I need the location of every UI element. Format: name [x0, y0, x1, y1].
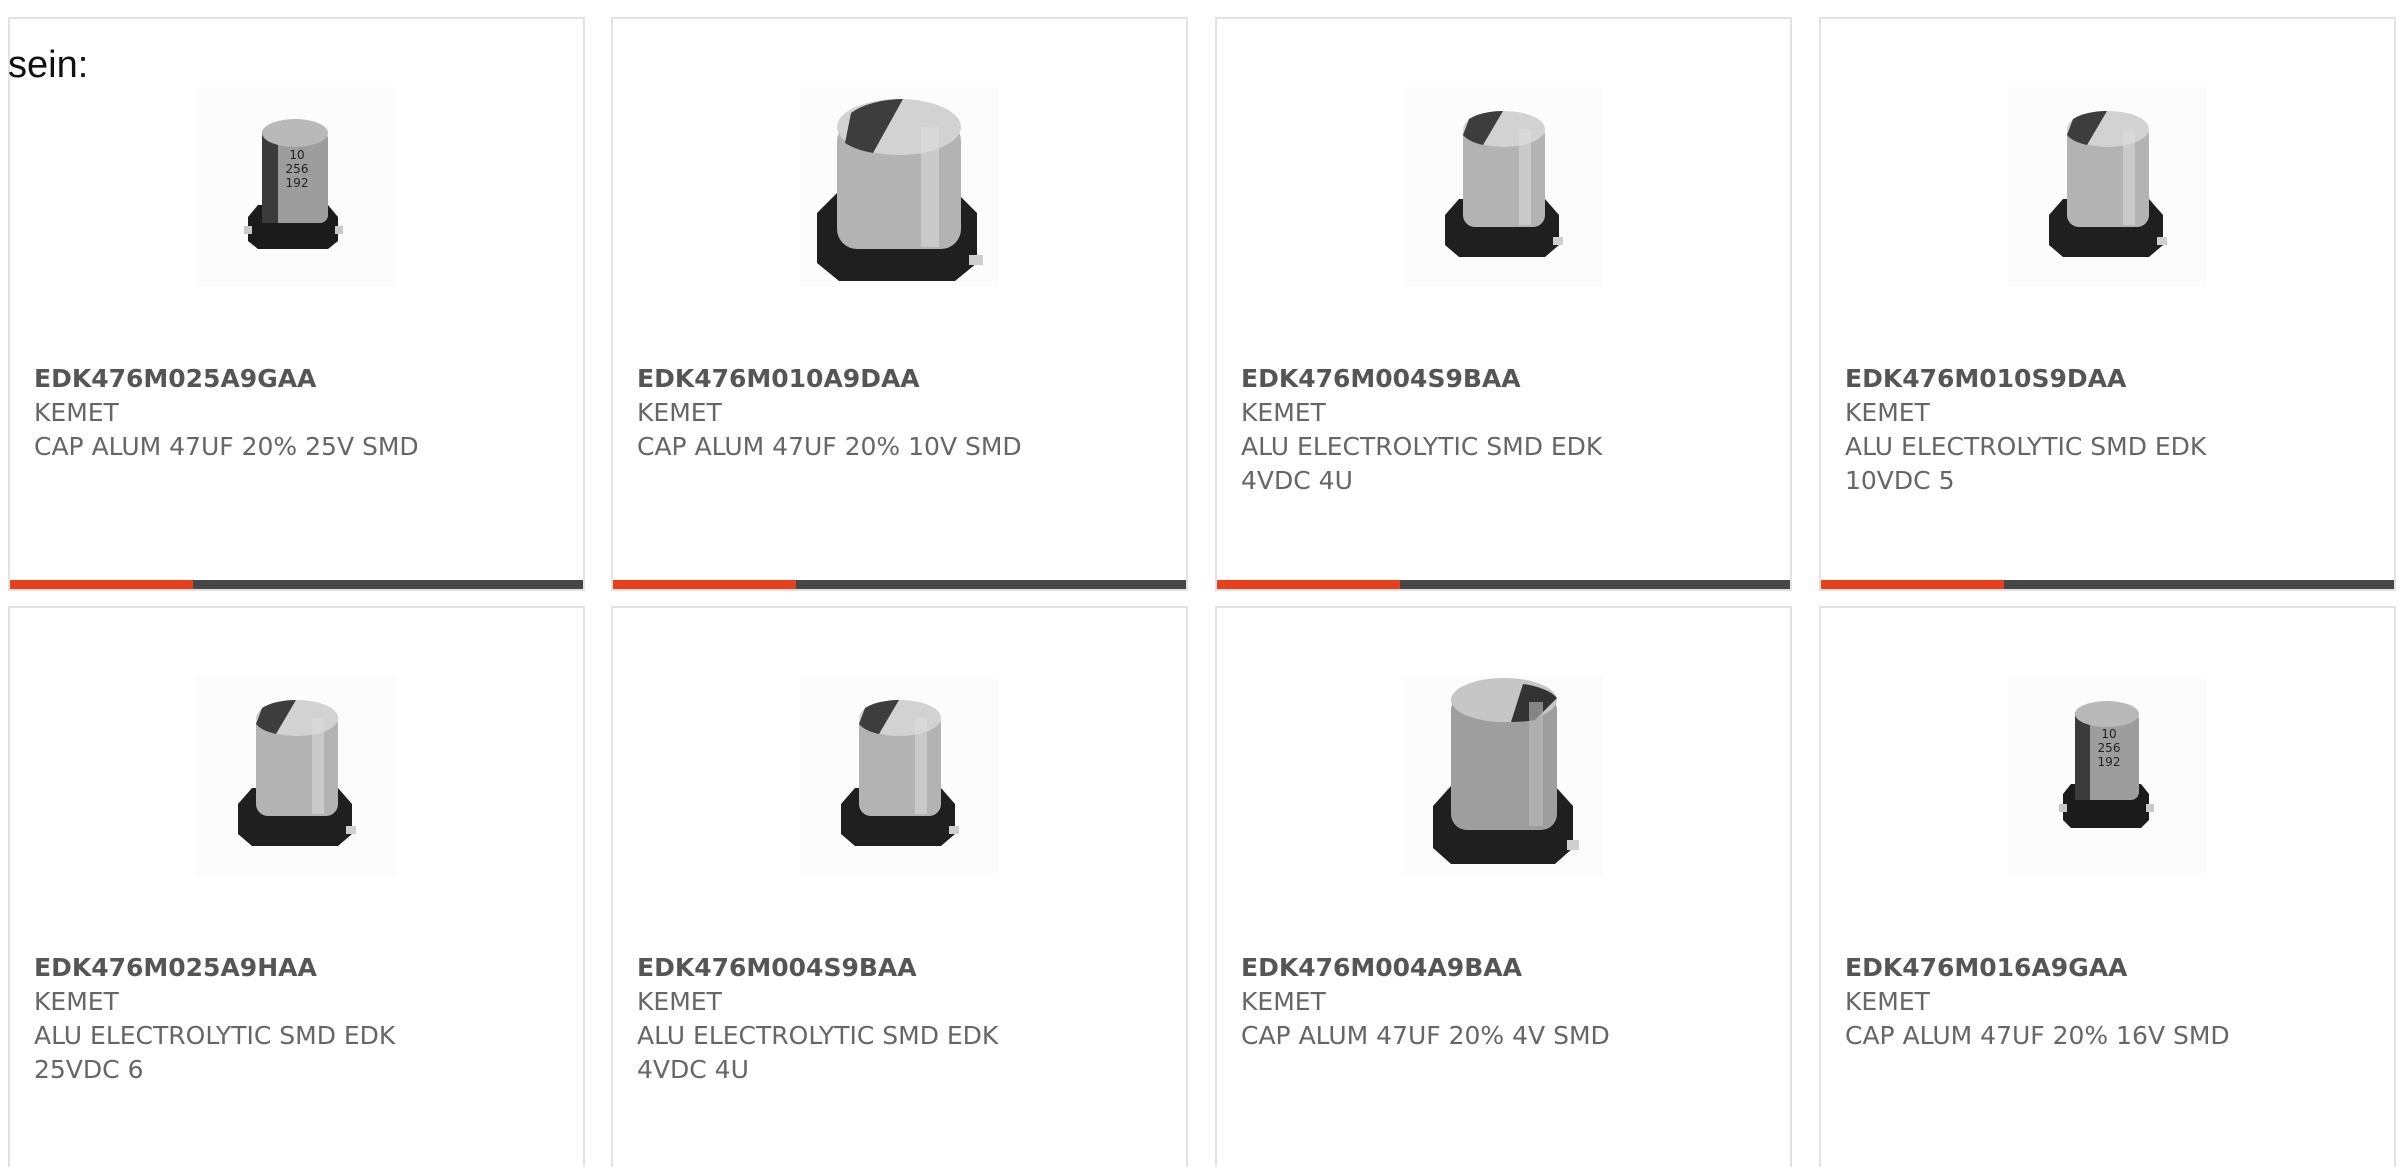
product-info: EDK476M004A9BAA KEMET CAP ALUM 47UF 20% …	[1241, 951, 1761, 1053]
manufacturer-name: KEMET	[1845, 398, 1930, 427]
product-description: CAP ALUM 47UF 20% 10V SMD	[637, 432, 1022, 461]
smd-electrolytic-capacitor-icon	[2049, 111, 2167, 257]
product-card[interactable]: EDK476M004A9BAA KEMET CAP ALUM 47UF 20% …	[1215, 606, 1792, 1167]
product-image[interactable]	[1403, 676, 1603, 876]
product-description: CAP ALUM 47UF 20% 25V SMD	[34, 432, 419, 461]
card-accent-bar	[10, 580, 193, 589]
part-number-link[interactable]: EDK476M016A9GAA	[1845, 951, 2365, 985]
product-image[interactable]	[2007, 87, 2207, 287]
product-description: CAP ALUM 47UF 20% 4V SMD	[1241, 1021, 1610, 1050]
part-number-link[interactable]: EDK476M004S9BAA	[637, 951, 1157, 985]
product-description: ALU ELECTROLYTIC SMD EDK 4VDC 4U	[637, 1021, 999, 1084]
card-bottom-bar	[1217, 580, 1790, 589]
product-card[interactable]: EDK476M025A9HAA KEMET ALU ELECTROLYTIC S…	[8, 606, 585, 1167]
product-card[interactable]: EDK476M004S9BAA KEMET ALU ELECTROLYTIC S…	[1215, 17, 1792, 591]
product-grid-page: sein: 10 256 192 EDK476M025A9GAA KEMET C…	[0, 0, 2400, 1167]
card-accent-bar	[1217, 580, 1400, 589]
capacitor-marking-line3: 192	[286, 176, 309, 190]
product-description: ALU ELECTROLYTIC SMD EDK 4VDC 4U	[1241, 432, 1603, 495]
smd-electrolytic-capacitor-marked-icon: 10 256 192	[2059, 701, 2154, 828]
capacitor-marking-line2: 256	[286, 162, 309, 176]
smd-electrolytic-capacitor-icon	[238, 700, 356, 846]
product-image[interactable]	[196, 676, 396, 876]
capacitor-marking-line1: 10	[2101, 727, 2116, 741]
product-image[interactable]	[799, 676, 999, 876]
capacitor-marking-line1: 10	[289, 148, 304, 162]
manufacturer-name: KEMET	[34, 398, 119, 427]
smd-electrolytic-capacitor-marked-icon: 10 256 192	[244, 119, 343, 249]
product-info: EDK476M004S9BAA KEMET ALU ELECTROLYTIC S…	[637, 951, 1157, 1087]
product-image[interactable]	[1403, 87, 1603, 287]
card-accent-bar	[613, 580, 796, 589]
capacitor-marking-line2: 256	[2098, 741, 2121, 755]
product-info: EDK476M025A9HAA KEMET ALU ELECTROLYTIC S…	[34, 951, 554, 1087]
part-number-link[interactable]: EDK476M010A9DAA	[637, 362, 1157, 396]
manufacturer-name: KEMET	[1845, 987, 1930, 1016]
capacitor-marking-line3: 192	[2098, 755, 2121, 769]
product-description: ALU ELECTROLYTIC SMD EDK 10VDC 5	[1845, 432, 2207, 495]
part-number-link[interactable]: EDK476M004A9BAA	[1241, 951, 1761, 985]
product-info: EDK476M016A9GAA KEMET CAP ALUM 47UF 20% …	[1845, 951, 2365, 1053]
part-number-link[interactable]: EDK476M025A9HAA	[34, 951, 554, 985]
manufacturer-name: KEMET	[1241, 987, 1326, 1016]
product-card[interactable]: 10 256 192 EDK476M016A9GAA KEMET CAP ALU…	[1819, 606, 2396, 1167]
product-description: CAP ALUM 47UF 20% 16V SMD	[1845, 1021, 2230, 1050]
manufacturer-name: KEMET	[1241, 398, 1326, 427]
card-bottom-bar	[10, 580, 583, 589]
product-card[interactable]: EDK476M010A9DAA KEMET CAP ALUM 47UF 20% …	[611, 17, 1188, 591]
product-image[interactable]: 10 256 192	[196, 87, 396, 287]
product-description: ALU ELECTROLYTIC SMD EDK 25VDC 6	[34, 1021, 396, 1084]
manufacturer-name: KEMET	[637, 398, 722, 427]
smd-electrolytic-capacitor-icon	[1433, 678, 1579, 864]
product-image[interactable]: 10 256 192	[2007, 676, 2207, 876]
part-number-link[interactable]: EDK476M010S9DAA	[1845, 362, 2365, 396]
part-number-link[interactable]: EDK476M004S9BAA	[1241, 362, 1761, 396]
card-bottom-bar	[613, 580, 1186, 589]
smd-electrolytic-capacitor-icon	[817, 99, 983, 281]
manufacturer-name: KEMET	[34, 987, 119, 1016]
intro-text: sein:	[8, 44, 89, 86]
card-accent-bar	[1821, 580, 2004, 589]
product-info: EDK476M004S9BAA KEMET ALU ELECTROLYTIC S…	[1241, 362, 1761, 498]
product-card[interactable]: EDK476M004S9BAA KEMET ALU ELECTROLYTIC S…	[611, 606, 1188, 1167]
product-info: EDK476M010S9DAA KEMET ALU ELECTROLYTIC S…	[1845, 362, 2365, 498]
product-info: EDK476M025A9GAA KEMET CAP ALUM 47UF 20% …	[34, 362, 554, 464]
card-bottom-bar	[1821, 580, 2394, 589]
product-card[interactable]: 10 256 192 EDK476M025A9GAA KEMET CAP ALU…	[8, 17, 585, 591]
smd-electrolytic-capacitor-icon	[1445, 111, 1563, 257]
product-info: EDK476M010A9DAA KEMET CAP ALUM 47UF 20% …	[637, 362, 1157, 464]
manufacturer-name: KEMET	[637, 987, 722, 1016]
product-card[interactable]: EDK476M010S9DAA KEMET ALU ELECTROLYTIC S…	[1819, 17, 2396, 591]
part-number-link[interactable]: EDK476M025A9GAA	[34, 362, 554, 396]
product-image[interactable]	[799, 87, 999, 287]
smd-electrolytic-capacitor-icon	[841, 700, 959, 846]
